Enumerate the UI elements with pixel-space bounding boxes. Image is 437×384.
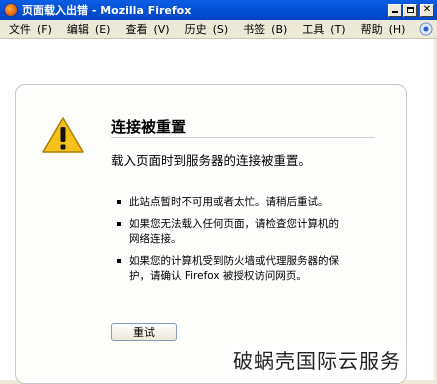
minimize-icon — [392, 10, 398, 13]
maximize-icon — [406, 7, 414, 13]
maximize-button[interactable] — [403, 3, 417, 17]
menu-accel: (F) — [37, 23, 52, 36]
menu-accel: (B) — [271, 23, 288, 36]
menu-accel: (T) — [330, 23, 346, 36]
menu-label: 历史 — [184, 23, 207, 36]
throbber-icon — [418, 21, 434, 36]
suggestion-item: 此站点暂时不可用或者太忙。请稍后重试。 — [115, 195, 345, 210]
suggestion-item: 如果您的计算机受到防火墙或代理服务器的保护，请确认 Firefox 被授权访问网… — [115, 254, 345, 284]
watermark-text: 破蜗壳国际云服务 — [231, 345, 403, 374]
minimize-button[interactable] — [388, 3, 402, 17]
menu-edit[interactable]: 编辑 (E) — [67, 21, 111, 37]
title-divider — [111, 137, 375, 138]
error-description: 载入页面时到服务器的连接被重置。 — [111, 153, 312, 168]
menu-tools[interactable]: 工具 (T) — [302, 21, 345, 37]
window-controls: ✕ — [388, 3, 434, 17]
error-title: 连接被重置 — [111, 118, 187, 136]
warning-icon — [41, 116, 85, 158]
menu-label: 帮助 — [360, 23, 383, 36]
menu-accel: (V) — [153, 23, 170, 36]
menu-accel: (E) — [94, 23, 111, 36]
menu-label: 文件 — [9, 23, 31, 36]
menu-file[interactable]: 文件 (F) — [9, 21, 52, 37]
menu-label: 编辑 — [66, 23, 89, 36]
error-suggestions: 此站点暂时不可用或者太忙。请稍后重试。 如果您无法载入任何页面，请检查您计算机的… — [115, 195, 345, 291]
menu-bookmarks[interactable]: 书签 (B) — [243, 21, 287, 37]
menu-label: 工具 — [302, 23, 325, 36]
menu-history[interactable]: 历史 (S) — [185, 21, 229, 37]
window-title: 页面载入出错 - Mozilla Firefox — [22, 4, 192, 17]
retry-button[interactable]: 重试 — [111, 323, 177, 341]
close-icon: ✕ — [422, 4, 432, 15]
menu-view[interactable]: 查看 (V) — [125, 21, 169, 37]
suggestion-item: 如果您无法载入任何页面，请检查您计算机的网络连接。 — [115, 217, 345, 247]
menu-accel: (H) — [388, 23, 406, 36]
menu-accel: (S) — [212, 23, 229, 36]
menu-bar: 文件 (F) 编辑 (E) 查看 (V) 历史 (S) 书签 (B) 工具 (T) 帮助 (H… — [0, 20, 437, 39]
menu-help[interactable]: 帮助 (H) — [361, 21, 406, 37]
close-button[interactable]: ✕ — [420, 3, 434, 17]
firefox-icon — [4, 3, 18, 17]
title-bar[interactable]: 页面载入出错 - Mozilla Firefox ✕ — [0, 0, 437, 20]
menu-label: 查看 — [125, 23, 148, 36]
menu-label: 书签 — [243, 23, 266, 36]
